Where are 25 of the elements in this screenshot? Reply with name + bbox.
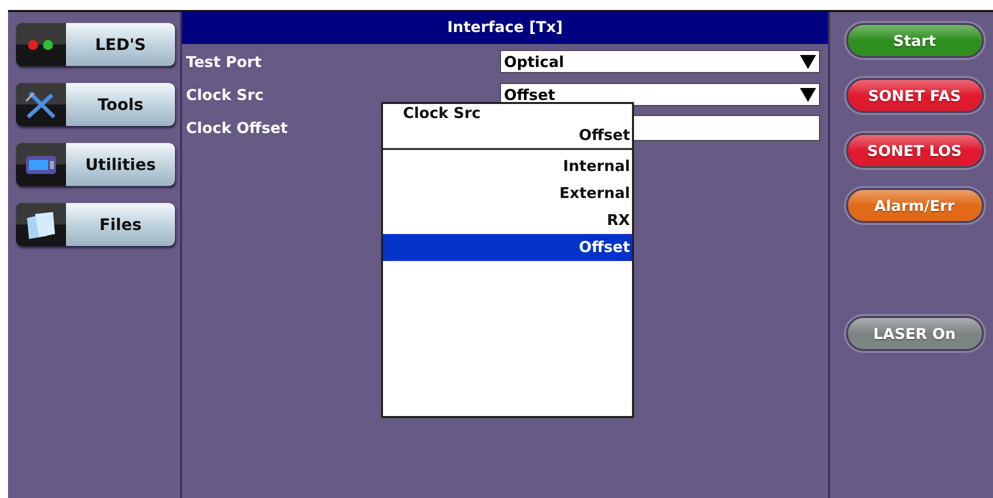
sidebar-button[interactable]: Utilities [16, 143, 175, 186]
option-item[interactable]: Internal [383, 153, 632, 180]
sidebar-button[interactable]: LED'S [16, 23, 175, 66]
option-item[interactable]: External [383, 180, 632, 207]
device-icon [25, 154, 57, 174]
action-button[interactable]: SONET FAS [846, 78, 984, 113]
option-item[interactable]: RX [383, 207, 632, 234]
popup-title: Clock Src [403, 104, 481, 122]
action-button[interactable]: Start [846, 23, 984, 58]
dropdown-arrow-icon [800, 88, 816, 102]
dropdown-arrow-icon [800, 54, 816, 68]
dropdown-field[interactable]: Optical [500, 50, 820, 73]
panel-title: Interface [Tx] [182, 12, 828, 44]
current-value: Offset [578, 126, 630, 144]
sidebar-button[interactable]: Tools [16, 83, 175, 126]
dropdown-field[interactable]: Offset [500, 83, 820, 106]
field-label: Clock Offset [186, 118, 288, 136]
sidebar-button[interactable]: Files [16, 203, 175, 246]
tools-icon [24, 88, 58, 120]
field-label: Clock Src [186, 86, 264, 104]
option-item[interactable]: Offset [383, 234, 632, 261]
action-button[interactable]: LASER On [846, 316, 984, 351]
action-button[interactable]: SONET LOS [846, 133, 984, 168]
folder-icon [25, 210, 57, 240]
field-label: Test Port [186, 52, 262, 70]
